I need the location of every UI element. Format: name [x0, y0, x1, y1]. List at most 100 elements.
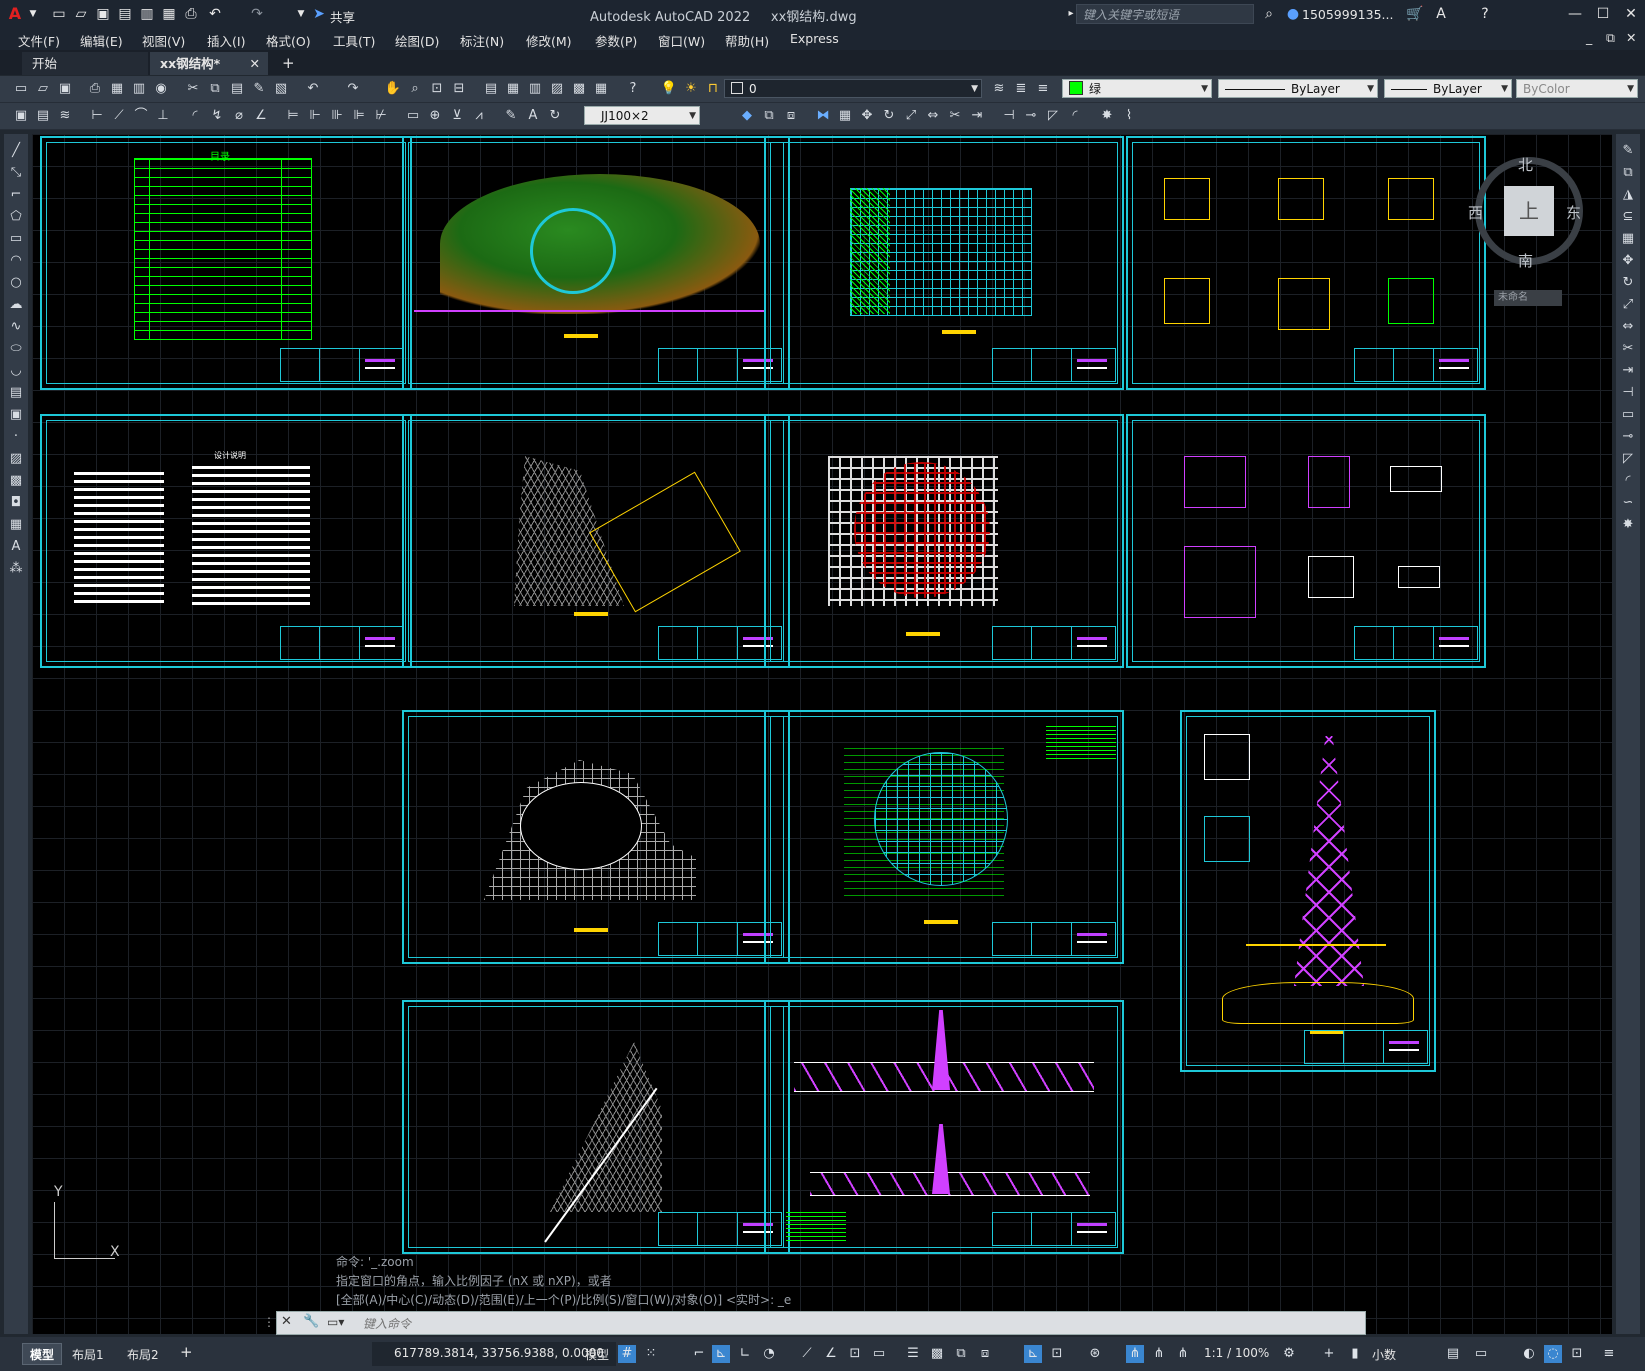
lineweight-icon[interactable]: ☰ — [904, 1345, 922, 1363]
array-icon[interactable]: ▦ — [836, 107, 854, 125]
layer-tools-icon[interactable]: ≋ — [56, 107, 74, 125]
baseline-dim-icon[interactable]: ⊩ — [306, 107, 324, 125]
insert-icon[interactable]: ▤ — [34, 107, 52, 125]
search-icon[interactable]: ⌕ — [1260, 5, 1278, 23]
make-current-icon[interactable]: ≣ — [1012, 80, 1030, 98]
calculator-icon[interactable]: ▦ — [592, 80, 610, 98]
redo-icon[interactable]: ↷ — [344, 80, 362, 98]
plot-preview-icon[interactable]: ▦ — [108, 80, 126, 98]
array-icon[interactable]: ▦ — [1619, 230, 1637, 248]
scale-icon[interactable]: ⤢ — [902, 107, 920, 125]
clean-screen-icon[interactable]: ⊡ — [1568, 1345, 1586, 1363]
viewcube-west[interactable]: 西 — [1468, 202, 1483, 223]
cube-icon[interactable]: ◆ — [738, 107, 756, 125]
menu-tools[interactable]: 工具(T) — [333, 31, 375, 50]
scale-icon[interactable]: ⤢ — [1619, 296, 1637, 314]
customization-menu-icon[interactable]: ≡ — [1600, 1345, 1618, 1363]
construction-line-icon[interactable]: ⤡ — [7, 164, 25, 182]
selection-filter-icon[interactable]: ⊡ — [1048, 1345, 1066, 1363]
dim-break-icon[interactable]: ⊬ — [372, 107, 390, 125]
zoom-previous-icon[interactable]: ⊟ — [450, 80, 468, 98]
help-icon[interactable]: ? — [1476, 5, 1494, 23]
tab-close-icon[interactable]: ✕ — [250, 52, 260, 75]
inspect-icon[interactable]: ⊻ — [448, 107, 466, 125]
menu-express[interactable]: Express — [790, 31, 839, 46]
menu-dimension[interactable]: 标注(N) — [460, 31, 504, 50]
erase-icon[interactable]: ✎ — [1619, 142, 1637, 160]
menu-format[interactable]: 格式(O) — [266, 31, 311, 50]
mtext-icon[interactable]: A — [7, 538, 25, 556]
break-icon[interactable]: ⊣ — [1000, 107, 1018, 125]
dynamic-input-icon[interactable]: ⊾ — [712, 1345, 730, 1363]
user-name[interactable]: 1505999135... — [1302, 7, 1393, 22]
zoom-realtime-icon[interactable]: ⌕ — [406, 80, 424, 98]
quick-dim-icon[interactable]: ⊨ — [284, 107, 302, 125]
drawing-canvas[interactable]: 目录 设计说明 北 南 东 西 上 未命名 Y X — [32, 134, 1612, 1334]
tab-layout2[interactable]: 布局2 — [127, 1346, 159, 1363]
object-snap-tracking-icon[interactable]: ∠ — [822, 1345, 840, 1363]
break-at-point-icon[interactable]: ⊣ — [1619, 384, 1637, 402]
infer-constraints-icon[interactable]: ⌐ — [690, 1345, 708, 1363]
sheet-foundation-plan[interactable] — [764, 414, 1124, 668]
design-center-icon[interactable]: ▦ — [504, 80, 522, 98]
aligned-dim-icon[interactable]: ⟋ — [110, 107, 128, 125]
color-dropdown[interactable]: 绿 ▼ — [1062, 79, 1212, 98]
point-icon[interactable]: · — [7, 428, 25, 446]
chamfer-icon[interactable]: ◸ — [1619, 450, 1637, 468]
mirror-icon[interactable]: ⧈ — [782, 107, 800, 125]
paste-icon[interactable]: ▤ — [228, 80, 246, 98]
tolerance-icon[interactable]: ▭ — [404, 107, 422, 125]
new-icon[interactable]: ▭ — [50, 5, 68, 23]
units-selector[interactable]: 小数 — [1372, 1346, 1396, 1363]
close-button[interactable]: ✕ — [1616, 2, 1645, 26]
fillet-icon[interactable]: ◜ — [1066, 107, 1084, 125]
annotation-visibility-icon[interactable]: ⋔ — [1126, 1345, 1144, 1363]
isolate-objects-icon[interactable]: ◐ — [1520, 1345, 1538, 1363]
plot-icon[interactable]: ⎙ — [182, 5, 200, 23]
copy-icon[interactable]: ⧉ — [206, 80, 224, 98]
maximize-button[interactable]: ☐ — [1588, 2, 1618, 26]
grid-icon[interactable]: # — [618, 1345, 636, 1363]
add-selected-icon[interactable]: ⁂ — [7, 560, 25, 578]
annotation-scale-icon[interactable]: ⋔ — [1174, 1345, 1192, 1363]
tab-start[interactable]: 开始 — [22, 52, 148, 75]
move-icon[interactable]: ✥ — [1619, 252, 1637, 270]
layer-freeze-icon[interactable]: ☀ — [682, 80, 700, 98]
revision-cloud-icon[interactable]: ☁ — [7, 296, 25, 314]
line-icon[interactable]: ╱ — [7, 142, 25, 160]
jogged-linear-icon[interactable]: ⩘ — [470, 107, 488, 125]
menu-window[interactable]: 窗口(W) — [658, 31, 705, 50]
stretch-icon[interactable]: ⇔ — [1619, 318, 1637, 336]
auto-scale-icon[interactable]: ⋔ — [1150, 1345, 1168, 1363]
markup-icon[interactable]: ▩ — [570, 80, 588, 98]
explode-icon[interactable]: ✸ — [1619, 516, 1637, 534]
units-icon[interactable]: ▮ — [1346, 1345, 1364, 1363]
spline-icon[interactable]: ∿ — [7, 318, 25, 336]
polar-icon[interactable]: ◔ — [760, 1345, 778, 1363]
new-icon[interactable]: ▭ — [12, 80, 30, 98]
lock-ui-icon[interactable]: ▭ — [1472, 1345, 1490, 1363]
ellipse-icon[interactable]: ⬭ — [7, 340, 25, 358]
user-icon[interactable]: ● — [1284, 5, 1302, 23]
command-line[interactable]: ⋮ ✕ 🔧 ▭▾ — [263, 1311, 1366, 1335]
trim-icon[interactable]: ✂ — [946, 107, 964, 125]
stretch-icon[interactable]: ⇔ — [924, 107, 942, 125]
sheet-table-of-contents[interactable]: 目录 — [40, 136, 412, 390]
gradient-icon[interactable]: ▩ — [7, 472, 25, 490]
cart-icon[interactable]: 🛒 — [1406, 5, 1424, 23]
space-toggle[interactable]: 模型 — [585, 1346, 609, 1363]
open-icon[interactable]: ▱ — [34, 80, 52, 98]
layer-on-icon[interactable]: 💡 — [660, 80, 678, 98]
undo-icon[interactable]: ↶ — [304, 80, 322, 98]
blend-curves-icon[interactable]: ∽ — [1619, 494, 1637, 512]
offset-icon[interactable]: ⧓ — [814, 107, 832, 125]
customize-chevron-icon[interactable]: ▼ — [292, 5, 310, 23]
command-input[interactable] — [361, 1313, 1355, 1335]
doc-restore-button[interactable]: ⧉ — [1606, 30, 1615, 46]
sheet-tower-elevation[interactable] — [1180, 710, 1436, 1072]
transparency-icon[interactable]: ▩ — [928, 1345, 946, 1363]
autocad-logo-icon[interactable]: A — [6, 5, 24, 23]
lineweight-dropdown[interactable]: ByLayer ▼ — [1384, 79, 1512, 98]
sheet-design-notes[interactable]: 设计说明 — [40, 414, 412, 668]
coordinates[interactable]: 617789.3814, 33756.9388, 0.0000 — [394, 1346, 604, 1360]
